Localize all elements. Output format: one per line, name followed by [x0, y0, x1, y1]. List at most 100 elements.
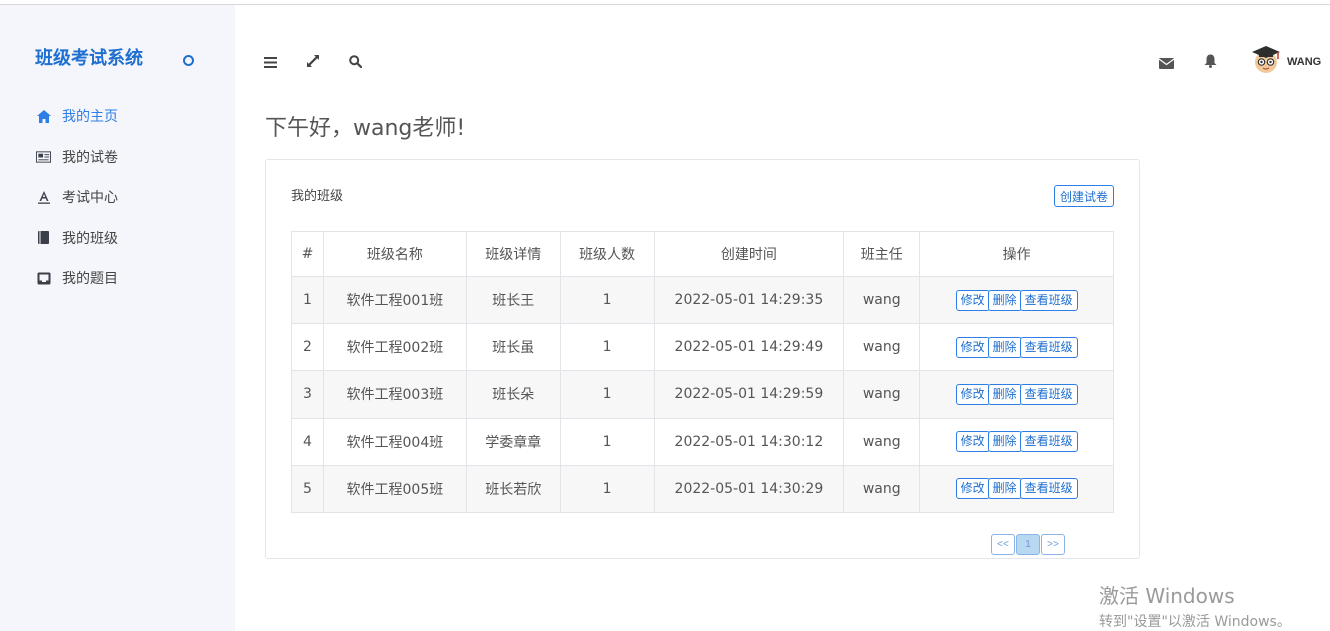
created-time-cell: 2022-05-01 14:29:35 — [653, 275, 845, 325]
sidebar-item-home[interactable]: 我的主页 — [0, 96, 235, 137]
column-header: 班级详情 — [465, 231, 561, 277]
teacher-cell: wang — [843, 417, 921, 466]
bell-icon[interactable] — [1204, 54, 1218, 68]
sidebar-item-exam-center[interactable]: 考试中心 — [0, 177, 235, 218]
pagination: << 1 >> — [991, 534, 1066, 555]
column-header: # — [291, 231, 324, 277]
view-class-button[interactable]: 查看班级 — [1019, 383, 1078, 405]
actions-cell: 修改 删除 查看班级 — [919, 417, 1114, 466]
sidebar-item-papers[interactable]: 我的试卷 — [0, 137, 235, 178]
edit-button[interactable]: 修改 — [955, 431, 990, 453]
table-row: 5 软件工程005班 班长若欣 1 2022-05-01 14:30:29 wang 修改删… — [291, 464, 1114, 513]
column-header: 班级名称 — [322, 231, 467, 277]
class-count-cell: 1 — [559, 275, 655, 325]
sidebar-item-label: 我的班级 — [62, 230, 118, 247]
windows-activation-watermark: 激活 Windows 转到"设置"以激活 Windows。 — [1099, 580, 1291, 631]
delete-button[interactable]: 删除 — [987, 478, 1022, 500]
created-time-cell: 2022-05-01 14:29:49 — [653, 323, 845, 372]
edit-button[interactable]: 修改 — [955, 336, 990, 358]
view-class-button[interactable]: 查看班级 — [1019, 289, 1078, 311]
create-paper-button[interactable]: 创建试卷 — [1054, 185, 1114, 207]
sidebar-nav: 我的主页 我的试卷 考试中心 我的班级 我的题目 — [0, 96, 235, 299]
class-card: 我的班级 创建试卷 # 班级名称 班级详情 班级人数 创建时间 班主任 操作 1… — [265, 159, 1140, 559]
edit-button[interactable]: 修改 — [955, 289, 990, 311]
pager-prev-button[interactable]: << — [991, 534, 1015, 555]
row-number-cell: 4 — [291, 417, 324, 466]
actions-cell: 修改 删除 查看班级 — [919, 370, 1114, 419]
pager-page-button[interactable]: 1 — [1016, 534, 1040, 555]
sidebar-item-label: 考试中心 — [62, 190, 118, 207]
teacher-cell: wang — [843, 370, 921, 419]
delete-button[interactable]: 删除 — [987, 383, 1022, 405]
class-detail-cell: 学委章章 — [465, 417, 561, 466]
font-icon — [36, 190, 51, 205]
row-number-cell: 2 — [291, 323, 324, 372]
edit-button[interactable]: 修改 — [955, 478, 990, 500]
table-row: 4 软件工程004班 学委章章 1 2022-05-01 14:30:12 wang 修改删… — [291, 417, 1114, 466]
mail-icon[interactable] — [1158, 56, 1175, 70]
class-count-cell: 1 — [559, 370, 655, 419]
column-header: 创建时间 — [653, 231, 845, 277]
sidebar-toggle-icon[interactable] — [183, 55, 194, 66]
row-number-cell: 3 — [291, 370, 324, 419]
teacher-cell: wang — [843, 464, 921, 513]
actions-cell: 修改 删除 查看班级 — [919, 323, 1114, 372]
sidebar-item-classes[interactable]: 我的班级 — [0, 218, 235, 259]
sidebar-item-label: 我的题目 — [62, 271, 118, 288]
search-icon[interactable] — [349, 55, 363, 69]
view-class-button[interactable]: 查看班级 — [1019, 478, 1078, 500]
class-count-cell: 1 — [559, 417, 655, 466]
table-row: 2 软件工程002班 班长虽 1 2022-05-01 14:29:49 wang 修改 删除… — [291, 323, 1114, 372]
table-header-row: # 班级名称 班级详情 班级人数 创建时间 班主任 操作 — [291, 231, 1114, 277]
actions-cell: 修改 删除 查看班级 — [919, 275, 1114, 325]
row-number-cell: 1 — [291, 275, 324, 325]
teacher-cell: wang — [843, 323, 921, 372]
teacher-cell: wang — [843, 275, 921, 325]
inbox-icon — [36, 271, 51, 286]
column-header: 班级人数 — [559, 231, 655, 277]
class-name-cell: 软件工程002班 — [322, 323, 467, 372]
class-table: # 班级名称 班级详情 班级人数 创建时间 班主任 操作 1 软件工程001班 班长… — [291, 231, 1114, 513]
class-name-cell: 软件工程005班 — [322, 464, 467, 513]
actions-cell: 修改 删除 查看班级 — [919, 464, 1114, 513]
class-name-cell: 软件工程004班 — [322, 417, 467, 466]
class-name-cell: 软件工程001班 — [322, 275, 467, 325]
watermark-line-1: 激活 Windows — [1099, 584, 1235, 608]
row-number-cell: 5 — [291, 464, 324, 513]
view-class-button[interactable]: 查看班级 — [1019, 336, 1078, 358]
class-count-cell: 1 — [559, 464, 655, 513]
sidebar: 班级考试系统 我的主页 我的试卷 考试中心 我的班级 我的题目 — [0, 5, 235, 631]
delete-button[interactable]: 删除 — [987, 289, 1022, 311]
edit-button[interactable]: 修改 — [955, 383, 990, 405]
newspaper-icon — [36, 149, 51, 164]
delete-button[interactable]: 删除 — [987, 336, 1022, 358]
menu-icon[interactable] — [264, 55, 278, 69]
avatar — [1250, 43, 1282, 80]
sidebar-item-questions[interactable]: 我的题目 — [0, 258, 235, 299]
class-detail-cell: 班长若欣 — [465, 464, 561, 513]
book-icon — [36, 230, 51, 245]
sidebar-item-label: 我的试卷 — [62, 149, 118, 166]
created-time-cell: 2022-05-01 14:30:12 — [653, 417, 845, 466]
column-header: 班主任 — [843, 231, 921, 277]
class-detail-cell: 班长王 — [465, 275, 561, 325]
brand-title: 班级考试系统 — [35, 48, 143, 69]
user-menu[interactable]: WANG — [1250, 43, 1321, 80]
view-class-button[interactable]: 查看班级 — [1019, 431, 1078, 453]
delete-button[interactable]: 删除 — [987, 431, 1022, 453]
user-name: WANG — [1287, 55, 1322, 68]
created-time-cell: 2022-05-01 14:30:29 — [653, 464, 845, 513]
home-icon — [36, 109, 51, 124]
page-title: 下午好，wang老师! — [265, 116, 466, 141]
card-title: 我的班级 — [291, 189, 344, 204]
pager-next-button[interactable]: >> — [1041, 534, 1065, 555]
watermark-line-2: 转到"设置"以激活 Windows。 — [1099, 614, 1291, 630]
class-detail-cell: 班长朵 — [465, 370, 561, 419]
fullscreen-icon[interactable] — [306, 54, 320, 68]
class-name-cell: 软件工程003班 — [322, 370, 467, 419]
class-detail-cell: 班长虽 — [465, 323, 561, 372]
table-row: 1 软件工程001班 班长王 1 2022-05-01 14:29:35 wang 修改 删除… — [291, 275, 1114, 325]
table-row: 3 软件工程003班 班长朵 1 2022-05-01 14:29:59 wang 修改 删除… — [291, 370, 1114, 419]
class-count-cell: 1 — [559, 323, 655, 372]
column-header: 操作 — [919, 231, 1114, 277]
